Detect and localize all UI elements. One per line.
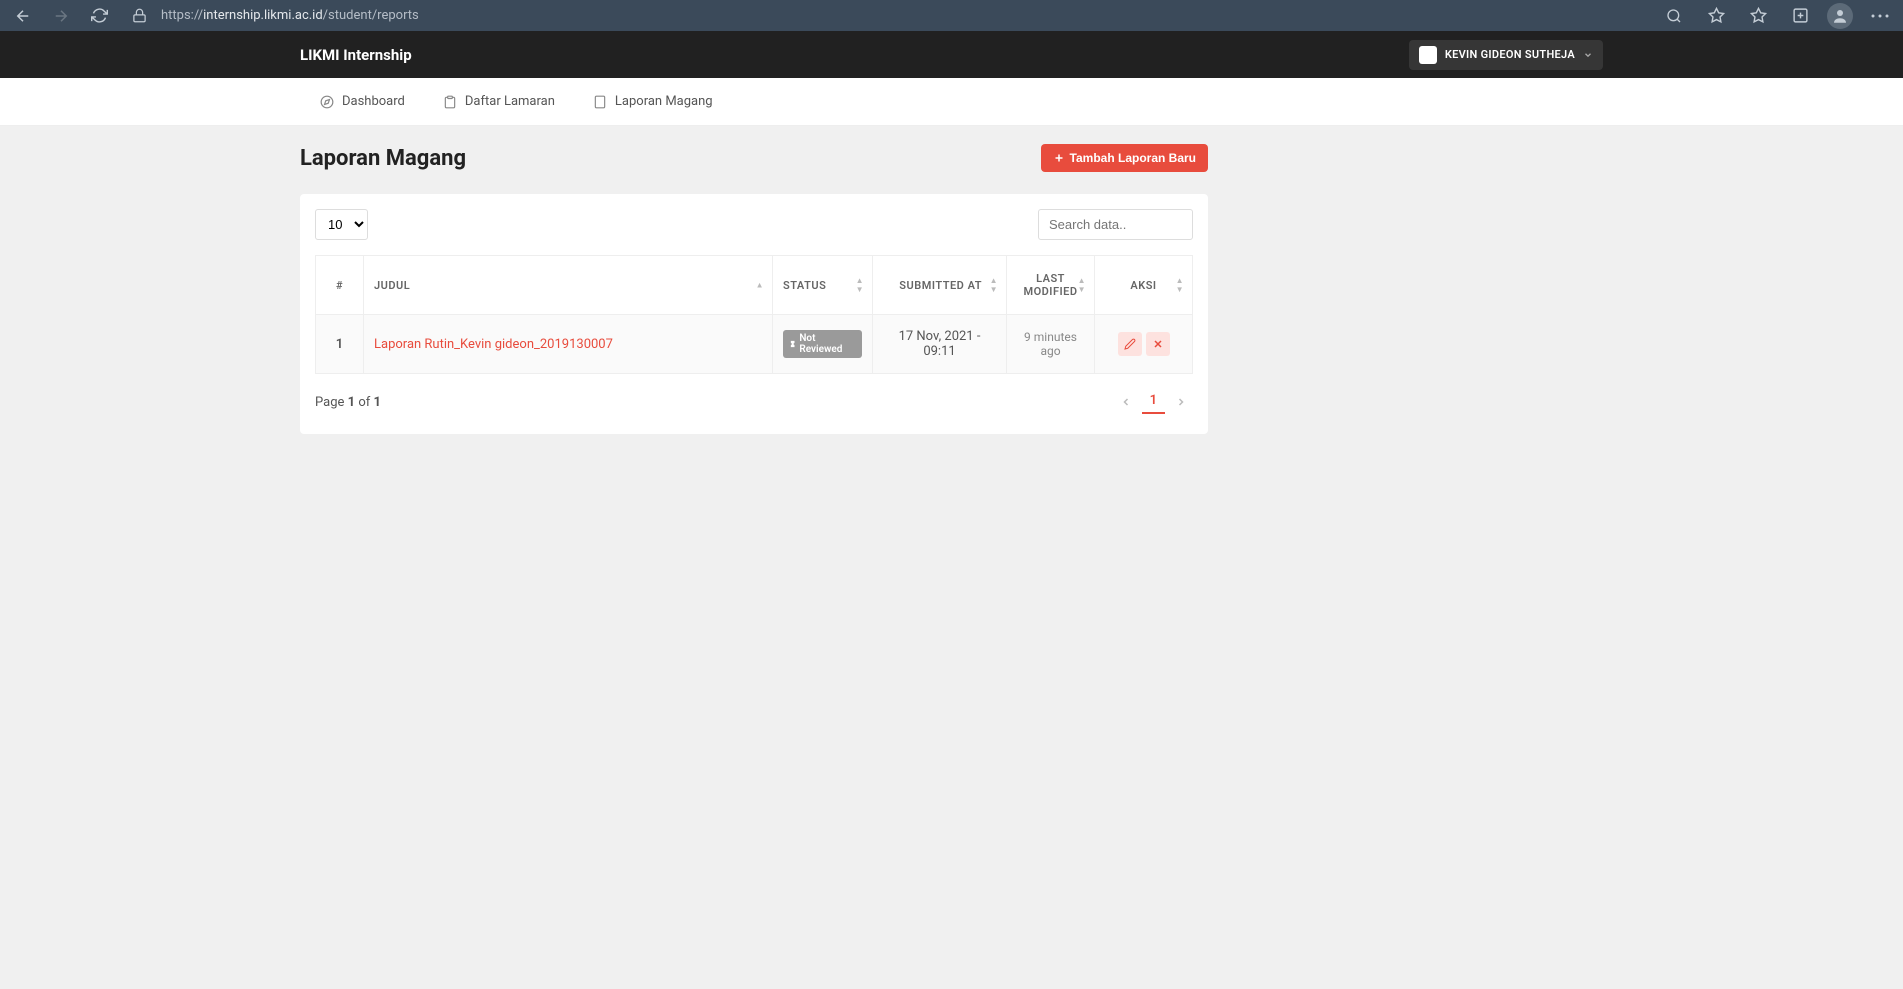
page-title: Laporan Magang: [300, 146, 466, 171]
status-badge: Not Reviewed: [783, 330, 862, 358]
table-row: 1 Laporan Rutin_Kevin gideon_2019130007 …: [316, 315, 1193, 374]
col-aksi[interactable]: AKSI▲▼: [1095, 256, 1193, 315]
report-link[interactable]: Laporan Rutin_Kevin gideon_2019130007: [374, 337, 613, 352]
cell-num: 1: [316, 315, 364, 374]
pager-next[interactable]: [1169, 390, 1193, 414]
close-icon: [1152, 338, 1164, 350]
back-button[interactable]: [8, 1, 38, 31]
site-security-icon[interactable]: [132, 8, 147, 23]
user-avatar-icon: [1419, 46, 1437, 64]
chevron-down-icon: [1583, 50, 1593, 60]
url-path: /student/reports: [323, 8, 419, 23]
pencil-icon: [1124, 338, 1136, 350]
main-nav: Dashboard Daftar Lamaran Laporan Magang: [0, 78, 1903, 126]
add-report-button[interactable]: Tambah Laporan Baru: [1041, 144, 1208, 172]
app-brand[interactable]: LIKMI Internship: [300, 46, 412, 64]
search-input[interactable]: [1038, 209, 1193, 240]
cell-modified: 9 minutes ago: [1007, 315, 1095, 374]
pager-page-1[interactable]: 1: [1142, 391, 1165, 414]
favorites-add-icon[interactable]: [1701, 1, 1731, 31]
cell-judul: Laporan Rutin_Kevin gideon_2019130007: [364, 315, 773, 374]
pagination: 1: [1114, 390, 1193, 414]
edit-button[interactable]: [1118, 332, 1142, 356]
page-info: Page 1 of 1: [315, 395, 381, 410]
address-bar[interactable]: https://internship.likmi.ac.id/student/r…: [161, 8, 1651, 23]
col-status[interactable]: STATUS▲▼: [773, 256, 873, 315]
user-name: KEVIN GIDEON SUTHEJA: [1445, 48, 1575, 61]
favorites-icon[interactable]: [1743, 1, 1773, 31]
compass-icon: [320, 95, 334, 109]
col-submitted[interactable]: SUBMITTED AT▲▼: [873, 256, 1007, 315]
add-button-label: Tambah Laporan Baru: [1070, 151, 1196, 165]
url-domain: internship.likmi.ac.id: [203, 8, 323, 23]
sort-icon: ▲▼: [1176, 276, 1184, 294]
app-header: LIKMI Internship KEVIN GIDEON SUTHEJA: [0, 31, 1903, 78]
tablet-icon: [593, 95, 607, 109]
chevron-left-icon: [1120, 396, 1132, 408]
pager-prev[interactable]: [1114, 390, 1138, 414]
chevron-right-icon: [1175, 396, 1187, 408]
collections-icon[interactable]: [1785, 1, 1815, 31]
delete-button[interactable]: [1146, 332, 1170, 356]
cell-aksi: [1095, 315, 1193, 374]
plus-icon: [1053, 152, 1065, 164]
clipboard-icon: [443, 95, 457, 109]
sort-icon: ▲▼: [856, 276, 864, 294]
cell-status: Not Reviewed: [773, 315, 873, 374]
per-page-select-wrap: 10: [315, 209, 368, 240]
more-icon[interactable]: [1865, 1, 1895, 31]
reports-card: 10 # JUDUL▲ STATUS▲▼ SUBMITTED AT▲▼ LAST…: [300, 194, 1208, 434]
profile-avatar[interactable]: [1827, 3, 1853, 29]
hourglass-icon: [789, 340, 796, 348]
user-menu[interactable]: KEVIN GIDEON SUTHEJA: [1409, 40, 1603, 70]
url-prefix: https://: [161, 8, 203, 23]
sort-icon: ▲▼: [1078, 276, 1086, 294]
page-heading-row: Laporan Magang Tambah Laporan Baru: [0, 126, 1903, 194]
tab-dashboard[interactable]: Dashboard: [316, 78, 409, 125]
tab-daftar-lamaran[interactable]: Daftar Lamaran: [439, 78, 559, 125]
col-judul[interactable]: JUDUL▲: [364, 256, 773, 315]
reports-table: # JUDUL▲ STATUS▲▼ SUBMITTED AT▲▼ LAST MO…: [315, 255, 1193, 374]
cell-submitted: 17 Nov, 2021 - 09:11: [873, 315, 1007, 374]
zoom-icon[interactable]: [1659, 1, 1689, 31]
sort-icon: ▲: [756, 281, 764, 290]
browser-chrome: https://internship.likmi.ac.id/student/r…: [0, 0, 1903, 31]
tab-label: Dashboard: [342, 94, 405, 109]
tab-laporan-magang[interactable]: Laporan Magang: [589, 78, 717, 125]
col-num[interactable]: #: [316, 256, 364, 315]
per-page-select[interactable]: 10: [315, 209, 368, 240]
tab-label: Daftar Lamaran: [465, 94, 555, 109]
tab-label: Laporan Magang: [615, 94, 713, 109]
sort-icon: ▲▼: [990, 276, 998, 294]
col-modified[interactable]: LAST MODIFIED▲▼: [1007, 256, 1095, 315]
forward-button[interactable]: [46, 1, 76, 31]
reload-button[interactable]: [84, 1, 114, 31]
